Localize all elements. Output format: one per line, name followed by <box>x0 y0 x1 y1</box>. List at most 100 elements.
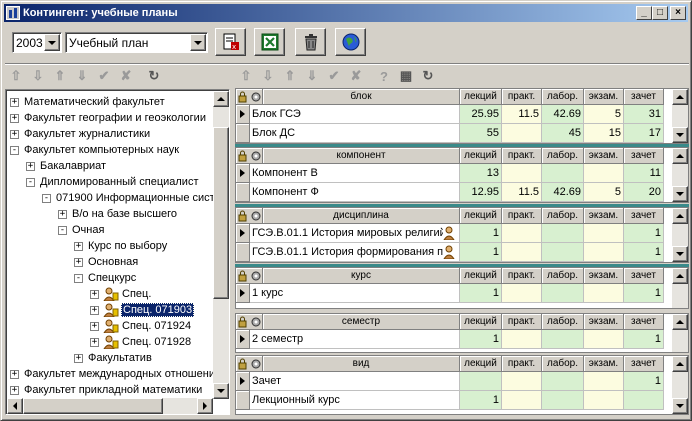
cell-lab[interactable]: 42.69 <box>542 105 584 124</box>
column-header-prac[interactable]: практ. <box>502 208 542 224</box>
cell-credit[interactable]: 1 <box>624 284 664 303</box>
grid-header-icons[interactable] <box>236 314 263 330</box>
tree-node[interactable]: + Факультет прикладной математики <box>10 382 203 398</box>
tree-horizontal-scrollbar[interactable] <box>7 398 213 414</box>
expand-icon[interactable]: + <box>74 353 83 363</box>
year-select[interactable]: 2003 <box>12 32 62 53</box>
grid-3[interactable]: курс лекций практ. лабор. экзам. зачет 1 курс 1… <box>235 267 689 309</box>
scroll-thumb[interactable] <box>23 398 163 414</box>
report-button[interactable]: x <box>215 28 246 56</box>
cell-name[interactable]: Компонент Ф <box>250 183 460 202</box>
row-indicator[interactable] <box>236 330 250 349</box>
year-dropdown-button[interactable] <box>44 34 60 51</box>
scroll-down-button[interactable] <box>672 246 688 262</box>
column-header-lec[interactable]: лекций <box>460 356 502 372</box>
grid-scrollbar[interactable] <box>672 314 688 352</box>
grid-scrollbar[interactable] <box>672 268 688 308</box>
cell-prac[interactable]: 11.5 <box>502 183 542 202</box>
cell-exam[interactable]: 15 <box>584 124 624 143</box>
scroll-up-button[interactable] <box>672 148 688 164</box>
cell-lec[interactable]: 1 <box>460 243 502 262</box>
settings-icon[interactable] <box>250 210 262 222</box>
cell-lab[interactable]: 45 <box>542 124 584 143</box>
cell-name[interactable]: 2 семестр <box>250 330 460 349</box>
cell-exam[interactable] <box>584 224 624 243</box>
column-header-name[interactable]: семестр <box>263 314 460 330</box>
cell-name[interactable]: Лекционный курс <box>250 391 460 410</box>
grid-row[interactable]: Лекционный курс 1 <box>236 391 664 410</box>
cell-prac[interactable]: 11.5 <box>502 105 542 124</box>
column-header-prac[interactable]: практ. <box>502 148 542 164</box>
column-header-exam[interactable]: экзам. <box>584 208 624 224</box>
scroll-down-button[interactable] <box>213 383 229 399</box>
cell-lec[interactable]: 1 <box>460 284 502 303</box>
scroll-down-button[interactable] <box>672 186 688 202</box>
plan-dropdown-button[interactable] <box>190 34 206 51</box>
column-header-lab[interactable]: лабор. <box>542 89 584 105</box>
cell-name[interactable]: Блок ДС <box>250 124 460 143</box>
column-header-lec[interactable]: лекций <box>460 208 502 224</box>
cell-exam[interactable]: 5 <box>584 105 624 124</box>
column-header-lec[interactable]: лекций <box>460 148 502 164</box>
expand-icon[interactable]: + <box>10 97 19 107</box>
grid-row[interactable]: Блок ДС 55 45 15 17 <box>236 124 664 143</box>
settings-icon[interactable] <box>250 270 262 282</box>
tree-node[interactable]: - Дипломированный специалист <box>26 174 200 190</box>
arrow-bottom-icon[interactable]: ⇓ <box>301 66 323 86</box>
cell-lec[interactable]: 1 <box>460 330 502 349</box>
cell-prac[interactable] <box>502 164 542 183</box>
arrow-bottom-icon[interactable]: ⇓ <box>71 66 93 86</box>
tree-node[interactable]: + Спец. 071928 <box>90 334 192 350</box>
delete-button[interactable] <box>295 28 326 56</box>
cell-prac[interactable] <box>502 224 542 243</box>
scroll-up-button[interactable] <box>672 89 688 105</box>
column-header-credit[interactable]: зачет <box>624 314 664 330</box>
column-header-lab[interactable]: лабор. <box>542 268 584 284</box>
grid-row[interactable]: Зачет 1 <box>236 372 664 391</box>
grid-0[interactable]: блок лекций практ. лабор. экзам. зачет Блок ГС… <box>235 88 689 144</box>
tree-node[interactable]: + Спец. 071924 <box>90 318 192 334</box>
collapse-icon[interactable]: - <box>58 225 67 235</box>
grid-row[interactable]: Компонент Ф 12.95 11.5 42.69 5 20 <box>236 183 664 202</box>
cancel-icon[interactable]: ✘ <box>115 66 137 86</box>
tree-node[interactable]: - Факультет компьютерных наук <box>10 142 180 158</box>
tree-node[interactable]: + Факультет географии и геоэкологии <box>10 110 207 126</box>
row-indicator[interactable] <box>236 164 250 183</box>
grid-1[interactable]: компонент лекций практ. лабор. экзам. зачет Ко… <box>235 147 689 203</box>
tree-node[interactable]: + Курс по выбору <box>74 238 168 254</box>
expand-icon[interactable]: + <box>26 161 35 171</box>
lock-icon[interactable] <box>237 358 248 370</box>
cell-lec[interactable]: 13 <box>460 164 502 183</box>
column-header-name[interactable]: блок <box>263 89 460 105</box>
cell-exam[interactable] <box>584 164 624 183</box>
calendar-icon[interactable]: ▦ <box>395 66 417 86</box>
column-header-exam[interactable]: экзам. <box>584 314 624 330</box>
grid-2[interactable]: дисциплина лекций практ. лабор. экзам. зачет Г… <box>235 207 689 263</box>
refresh-icon[interactable]: ↻ <box>143 66 165 86</box>
tree-node[interactable]: + Факультатив <box>74 350 153 366</box>
collapse-icon[interactable]: - <box>26 177 35 187</box>
cell-name[interactable]: 1 курс <box>250 284 460 303</box>
cell-exam[interactable] <box>584 284 624 303</box>
column-header-credit[interactable]: зачет <box>624 89 664 105</box>
column-header-exam[interactable]: экзам. <box>584 148 624 164</box>
scroll-up-button[interactable] <box>672 268 688 284</box>
cell-prac[interactable] <box>502 391 542 410</box>
cell-credit[interactable]: 20 <box>624 183 664 202</box>
column-header-exam[interactable]: экзам. <box>584 89 624 105</box>
column-header-lab[interactable]: лабор. <box>542 356 584 372</box>
cell-credit[interactable]: 1 <box>624 243 664 262</box>
cell-credit[interactable]: 11 <box>624 164 664 183</box>
expand-icon[interactable]: + <box>58 209 67 219</box>
cell-exam[interactable] <box>584 243 624 262</box>
grid-row[interactable]: ГСЭ.В.01.1 История формирования по 1 1 <box>236 243 664 262</box>
cell-exam[interactable] <box>584 372 624 391</box>
cell-prac[interactable] <box>502 124 542 143</box>
expand-icon[interactable]: + <box>10 369 19 379</box>
column-header-lec[interactable]: лекций <box>460 89 502 105</box>
column-header-exam[interactable]: экзам. <box>584 268 624 284</box>
grid-header-icons[interactable] <box>236 89 263 105</box>
cell-credit[interactable]: 31 <box>624 105 664 124</box>
scroll-thumb[interactable] <box>213 127 229 299</box>
cell-lec[interactable]: 1 <box>460 224 502 243</box>
